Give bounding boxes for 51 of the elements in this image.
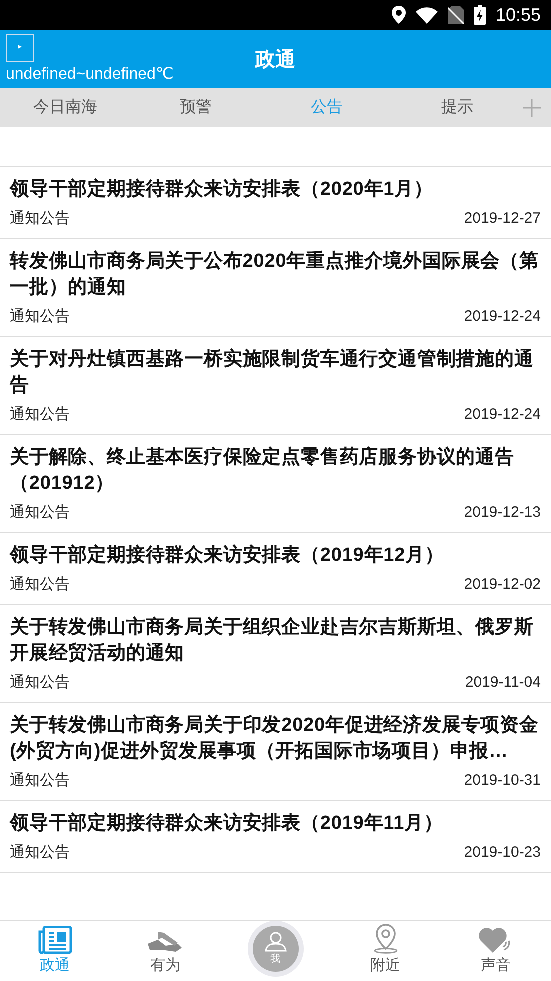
article-date: 2019-12-27 bbox=[464, 210, 542, 227]
article-date: 2019-12-24 bbox=[464, 308, 542, 325]
handshake-icon bbox=[146, 930, 184, 954]
wifi-icon bbox=[416, 6, 438, 24]
article-item[interactable]: 关于解除、终止基本医疗保险定点零售药店服务协议的通告（201912） 通知公告 2019-12-13 bbox=[0, 435, 551, 533]
tab[interactable]: 提示 bbox=[392, 97, 523, 118]
article-category: 通知公告 bbox=[10, 575, 70, 594]
article-date: 2019-11-04 bbox=[465, 674, 542, 691]
article-date: 2019-12-02 bbox=[464, 576, 542, 593]
article-title: 关于转发佛山市商务局关于印发2020年促进经济发展专项资金(外贸方向)促进外贸发展事项（开拓国际市场项目）申报… bbox=[10, 714, 540, 764]
article-item[interactable]: 关于转发佛山市商务局关于印发2020年促进经济发展专项资金(外贸方向)促进外贸发展事项（开拓国际市场项目）申报… 通知公告 2019-10-31 bbox=[0, 703, 551, 801]
header-title: 政通 bbox=[256, 48, 296, 72]
weather-text: undefined~undefined℃ bbox=[6, 65, 174, 84]
location-pin-icon bbox=[372, 924, 399, 954]
article-item[interactable]: 领导干部定期接待群众来访安排表（2019年11月） 通知公告 2019-10-23 bbox=[0, 801, 551, 873]
article-category: 通知公告 bbox=[10, 673, 70, 692]
article-category: 通知公告 bbox=[10, 503, 70, 522]
article-date: 2019-10-31 bbox=[464, 772, 542, 789]
article-title: 关于转发佛山市商务局关于组织企业赴吉尔吉斯斯坦、俄罗斯开展经贸活动的通知 bbox=[10, 616, 535, 666]
article-category: 通知公告 bbox=[10, 771, 70, 790]
weather-image-icon bbox=[6, 34, 34, 62]
newspaper-icon bbox=[38, 926, 72, 954]
nav-item[interactable]: 声音 bbox=[440, 921, 551, 981]
article-title: 关于解除、终止基本医疗保险定点零售药店服务协议的通告（201912） bbox=[10, 446, 516, 496]
add-icon[interactable] bbox=[523, 98, 541, 116]
article-item[interactable]: 领导干部定期接待群众来访安排表（2019年12月） 通知公告 2019-12-02 bbox=[0, 533, 551, 605]
article-item[interactable]: 领导干部定期接待群众来访安排表（2020年1月） 通知公告 2019-12-27 bbox=[0, 167, 551, 239]
location-icon bbox=[392, 6, 406, 24]
person-icon bbox=[264, 932, 286, 952]
article-title: 领导干部定期接待群众来访安排表（2019年11月） bbox=[10, 812, 444, 836]
article-title: 关于对丹灶镇西基路一桥实施限制货车通行交通管制措施的通告 bbox=[10, 348, 535, 398]
article-title: 领导干部定期接待群众来访安排表（2019年12月） bbox=[10, 544, 446, 568]
article-title: 领导干部定期接待群众来访安排表（2020年1月） bbox=[10, 178, 434, 202]
article-title: 转发佛山市商务局关于公布2020年重点推介境外国际展会（第一批）的通知 bbox=[10, 250, 540, 300]
battery-icon bbox=[474, 5, 486, 25]
nav-item[interactable]: 附近 bbox=[330, 921, 441, 981]
article-category: 通知公告 bbox=[10, 307, 70, 326]
tab[interactable]: 今日南海 bbox=[0, 97, 131, 118]
article-date: 2019-12-13 bbox=[464, 504, 542, 521]
article-item[interactable]: 转发佛山市商务局关于公布2020年重点推介境外国际展会（第一批）的通知 通知公告 2019-12-24 bbox=[0, 239, 551, 337]
article-category: 通知公告 bbox=[10, 405, 70, 424]
article-date: 2019-12-24 bbox=[464, 406, 542, 423]
article-category: 通知公告 bbox=[10, 209, 70, 228]
tab[interactable]: 预警 bbox=[130, 97, 262, 118]
nav-item[interactable]: 有为 bbox=[110, 921, 220, 981]
no-sim-icon bbox=[448, 6, 464, 24]
article-date: 2019-10-23 bbox=[464, 844, 542, 861]
clock-time: 10:55 bbox=[496, 4, 541, 26]
article-item[interactable]: 关于转发佛山市商务局关于组织企业赴吉尔吉斯斯坦、俄罗斯开展经贸活动的通知 通知公告 2019-11-04 bbox=[0, 605, 551, 703]
article-item[interactable]: 关于对丹灶镇西基路一桥实施限制货车通行交通管制措施的通告 通知公告 2019-12-24 bbox=[0, 337, 551, 435]
article-category: 通知公告 bbox=[10, 843, 70, 862]
